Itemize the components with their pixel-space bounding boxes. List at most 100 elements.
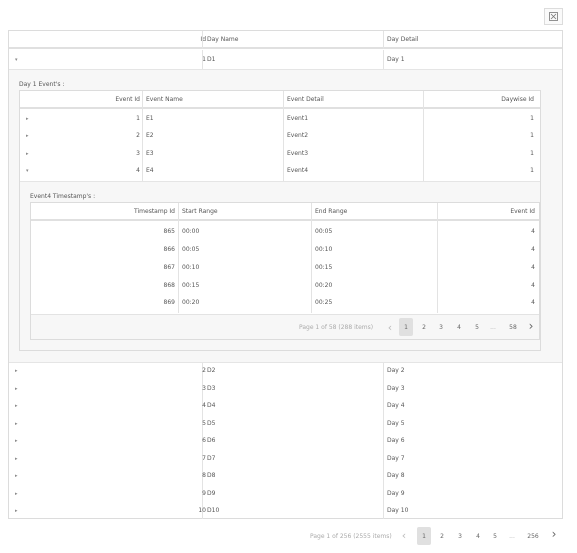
start-range: 00:10 [182,264,200,271]
pager-last-page-button[interactable]: 58 [506,318,520,336]
table-row[interactable]: ▸ 4 D4 Day 4 [9,397,562,414]
table-row[interactable]: ▸ 9 D9 Day 9 [9,485,562,502]
expand-row-icon[interactable]: ▸ [15,438,18,444]
expand-row-icon[interactable]: ▸ [15,508,18,514]
day-detail-panel: Day 1 Event's : Event Id Event Name Even… [9,69,562,363]
table-row[interactable]: ▸ 8 D8 Day 8 [9,467,562,484]
pager-page-button[interactable]: 4 [471,527,485,545]
column-header-start-range[interactable]: Start Range [182,209,218,215]
row-id: 7 [202,455,206,462]
collapse-row-icon[interactable]: ▾ [26,168,29,174]
pager-ellipsis: ... [509,532,515,540]
row-day-name: D2 [207,367,216,374]
pager-page-button[interactable]: 1 [399,318,413,336]
column-header-timestamp-id[interactable]: Timestamp Id [134,209,175,215]
row-day-detail: Day 3 [387,385,405,392]
event-daywise-id: 1 [530,167,534,174]
expand-row-icon[interactable]: ▸ [15,491,18,497]
table-row[interactable]: ▸ 3 E3 Event3 1 [20,145,540,162]
event-detail: Event2 [287,132,309,139]
expand-row-icon[interactable]: ▸ [26,133,29,139]
pager-next-button[interactable]: › [547,525,561,543]
pager-next-button[interactable]: › [524,317,538,335]
event-detail: Event3 [287,150,309,157]
event-daywise-id: 1 [530,150,534,157]
row-day-detail: Day 2 [387,367,405,374]
pager-page-button[interactable]: 2 [417,318,431,336]
pager-last-page-button[interactable]: 256 [526,527,540,545]
end-range: 00:05 [315,228,333,235]
pager-page-button[interactable]: 3 [453,527,467,545]
row-id: 10 [198,507,206,514]
column-header-day-detail[interactable]: Day Detail [387,37,418,43]
table-row[interactable]: ▾ 4 E4 Event4 1 [20,162,540,180]
pager-summary: Page 1 of 58 (288 items) [299,324,374,331]
column-header-end-range[interactable]: End Range [315,209,347,215]
expand-row-icon[interactable]: ▸ [15,456,18,462]
start-range: 00:05 [182,246,200,253]
expand-row-icon[interactable]: ▸ [26,116,29,122]
table-row[interactable]: ▸ 3 D3 Day 3 [9,380,562,397]
collapse-row-icon[interactable]: ▾ [15,57,18,63]
expand-row-icon[interactable]: ▸ [15,403,18,409]
pager-page-button[interactable]: 1 [417,527,431,545]
column-header-day-name[interactable]: Day Name [207,37,238,43]
row-day-name: D6 [207,437,216,444]
column-header-event-detail[interactable]: Event Detail [287,97,324,103]
expand-row-icon[interactable]: ▸ [15,386,18,392]
master-grid: Id Day Name Day Detail ▾ 1 D1 Day 1 Day … [8,30,563,519]
row-day-detail: Day 8 [387,472,405,479]
event-daywise-id: 1 [530,115,534,122]
table-row[interactable]: ▸ 2 E2 Event2 1 [20,127,540,144]
table-row[interactable]: ▸ 10 D10 Day 10 [9,502,562,519]
column-header-event-id[interactable]: Event Id [115,97,140,103]
expand-row-icon[interactable]: ▸ [15,368,18,374]
table-row[interactable]: ▸ 2 D2 Day 2 [9,362,562,379]
table-row[interactable]: 868 00:15 00:20 4 [31,278,539,295]
table-row[interactable]: 866 00:05 00:10 4 [31,242,539,259]
timestamp-event-id: 4 [531,246,535,253]
row-day-detail: Day 10 [387,507,409,514]
row-day-detail: Day 4 [387,402,405,409]
event-name: E3 [146,150,154,157]
pager-prev-button[interactable]: ‹ [383,318,397,336]
column-header-daywise-id[interactable]: Daywise Id [501,97,534,103]
event-name: E4 [146,167,154,174]
event-id: 3 [136,150,140,157]
pager-page-button[interactable]: 3 [434,318,448,336]
column-header-event-name[interactable]: Event Name [146,97,183,103]
pager-page-button[interactable]: 5 [470,318,484,336]
timestamp-event-id: 4 [531,299,535,306]
expand-row-icon[interactable]: ▸ [26,151,29,157]
timestamps-pager: Page 1 of 58 (288 items) ‹ 1 2 3 4 5 ...… [31,314,539,339]
pager-ellipsis: ... [490,323,496,331]
export-button[interactable] [544,8,563,25]
pager-summary: Page 1 of 256 (2555 items) [310,533,392,540]
row-id: 3 [202,385,206,392]
table-row[interactable]: 865 00:00 00:05 4 [31,224,539,241]
table-row[interactable]: ▸ 5 D5 Day 5 [9,415,562,432]
table-row[interactable]: ▾ 1 D1 Day 1 [9,50,562,69]
table-row[interactable]: ▸ 7 D7 Day 7 [9,450,562,467]
pager-page-button[interactable]: 2 [435,527,449,545]
row-id: 5 [202,420,206,427]
pager-page-button[interactable]: 5 [488,527,502,545]
timestamp-id: 869 [163,299,175,306]
pager-prev-button[interactable]: ‹ [397,526,411,544]
excel-export-icon [549,12,558,21]
expand-row-icon[interactable]: ▸ [15,421,18,427]
pager-page-button[interactable]: 4 [452,318,466,336]
timestamp-id: 868 [163,282,175,289]
table-row[interactable]: 867 00:10 00:15 4 [31,260,539,277]
event-detail-panel: Event4 Timestamp's : Timestamp Id Start … [20,181,540,350]
row-day-name: D9 [207,490,216,497]
expand-row-icon[interactable]: ▸ [15,473,18,479]
table-row[interactable]: 869 00:20 00:25 4 [31,295,539,312]
timestamps-caption: Event4 Timestamp's : [30,193,96,200]
column-header-event-id[interactable]: Event Id [510,209,535,215]
event-detail: Event1 [287,115,309,122]
table-row[interactable]: ▸ 1 E1 Event1 1 [20,110,540,127]
row-day-detail: Day 5 [387,420,405,427]
table-row[interactable]: ▸ 6 D6 Day 6 [9,432,562,449]
row-id: 8 [202,472,206,479]
